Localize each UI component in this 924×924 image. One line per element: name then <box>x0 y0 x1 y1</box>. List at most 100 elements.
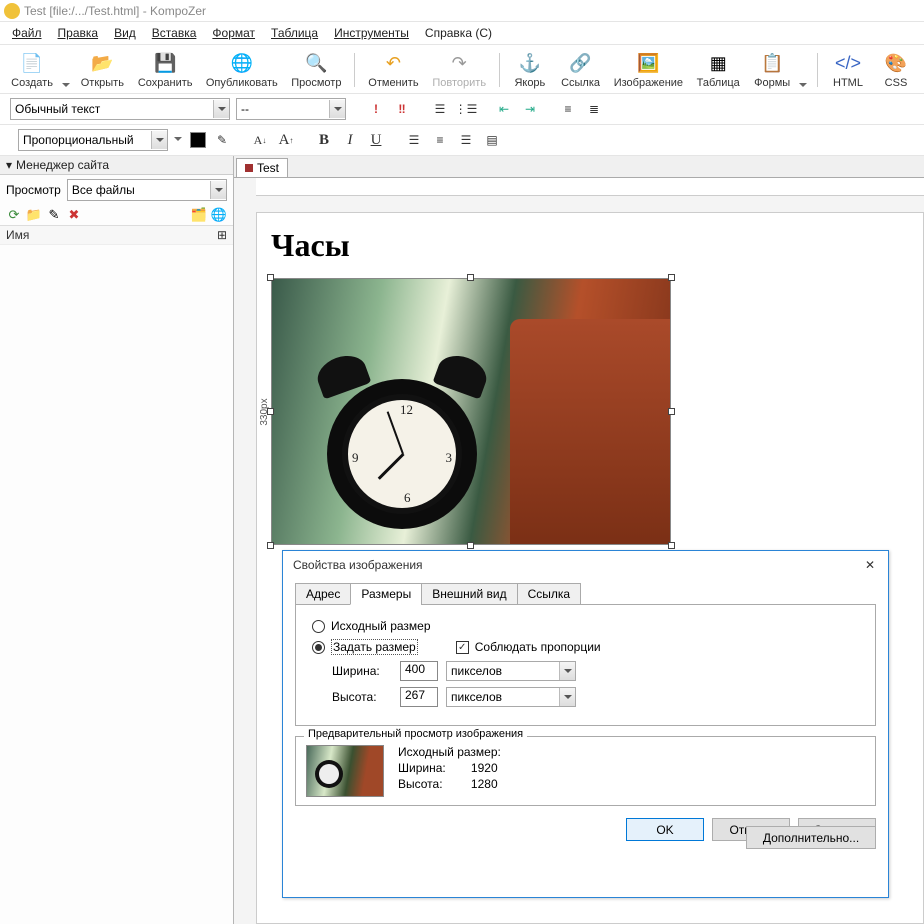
preview-width-label: Ширина: <box>398 761 449 775</box>
tab-content-size: Исходный размер Задать размер ✓ Соблюдат… <box>295 605 876 726</box>
dl-icon[interactable]: ≡ <box>558 99 578 119</box>
tab-link[interactable]: Ссылка <box>517 583 581 605</box>
resize-handle-n[interactable] <box>467 274 474 281</box>
table-button[interactable]: ▦Таблица <box>692 49 745 91</box>
preview-height-label: Высота: <box>398 777 449 791</box>
twisty-down-icon[interactable]: ▾ <box>6 158 12 172</box>
css-button[interactable]: 🎨CSS <box>874 49 918 91</box>
toolbar-separator <box>354 53 355 87</box>
resize-handle-se[interactable] <box>668 542 675 549</box>
tab-appearance[interactable]: Внешний вид <box>421 583 517 605</box>
align-right-icon[interactable]: ☰ <box>456 130 476 150</box>
menu-format[interactable]: Формат <box>206 24 261 42</box>
chevron-down-icon <box>210 181 226 199</box>
height-unit-combo[interactable]: пикселов <box>446 687 576 707</box>
preview-thumbnail <box>306 745 384 797</box>
chevron-down-icon <box>559 662 575 680</box>
redo-button[interactable]: ↷Повторить <box>427 49 490 91</box>
paragraph-style-combo[interactable]: Обычный текст <box>10 98 230 120</box>
selected-image[interactable]: 330px 12 3 6 9 <box>271 278 671 545</box>
close-button[interactable]: ✕ <box>856 555 884 575</box>
link-button[interactable]: 🔗Ссылка <box>556 49 605 91</box>
menu-view[interactable]: Вид <box>108 24 142 42</box>
refresh-icon[interactable]: ⟳ <box>6 207 22 223</box>
tab-size[interactable]: Размеры <box>350 583 422 605</box>
tab-address[interactable]: Адрес <box>295 583 351 605</box>
horizontal-ruler[interactable] <box>256 178 924 196</box>
file-tree-header: Имя ⊞ <box>0 226 233 245</box>
resize-handle-nw[interactable] <box>267 274 274 281</box>
menu-file[interactable]: Файл <box>6 24 48 42</box>
radio-original-label: Исходный размер <box>331 619 431 633</box>
document-tab[interactable]: Test <box>236 158 288 177</box>
width-unit-combo[interactable]: пикселов <box>446 661 576 681</box>
align-left-icon[interactable]: ☰ <box>404 130 424 150</box>
folder-icon[interactable]: 📁 <box>26 207 42 223</box>
name-column-label: Имя <box>6 228 29 242</box>
increase-font-icon[interactable]: A↑ <box>276 130 296 150</box>
file-tree[interactable] <box>0 245 233 924</box>
image-button[interactable]: 🖼️Изображение <box>609 49 687 91</box>
create-dropdown-icon[interactable] <box>62 81 72 91</box>
radio-custom-size[interactable] <box>312 641 325 654</box>
strong-icon[interactable]: ‼ <box>392 99 412 119</box>
anchor-button[interactable]: ⚓Якорь <box>508 49 552 91</box>
menu-insert[interactable]: Вставка <box>146 24 203 42</box>
forms-button[interactable]: 📋Формы <box>749 49 796 91</box>
font-dropdown-icon[interactable] <box>174 135 184 145</box>
keep-ratio-checkbox[interactable]: ✓ <box>456 641 469 654</box>
align-justify-icon[interactable]: ▤ <box>482 130 502 150</box>
resize-handle-e[interactable] <box>668 408 675 415</box>
globe-icon[interactable]: 🌐 <box>211 207 227 223</box>
advanced-button[interactable]: Дополнительно... <box>746 826 876 849</box>
ok-button[interactable]: OK <box>626 818 704 841</box>
column-picker-icon[interactable]: ⊞ <box>217 228 227 242</box>
menu-help[interactable]: Справка (С) <box>419 24 498 42</box>
html-source-button[interactable]: </>HTML <box>826 49 870 91</box>
resize-handle-w[interactable] <box>267 408 274 415</box>
italic-icon[interactable]: I <box>340 130 360 150</box>
delete-icon[interactable]: ✖ <box>66 207 82 223</box>
menu-table[interactable]: Таблица <box>265 24 324 42</box>
underline-icon[interactable]: U <box>366 130 386 150</box>
decrease-font-icon[interactable]: A↓ <box>250 130 270 150</box>
preview-button[interactable]: 🔍Просмотр <box>286 49 346 91</box>
open-button[interactable]: 📂Открыть <box>76 49 129 91</box>
radio-original-size[interactable] <box>312 620 325 633</box>
dd-icon[interactable]: ≣ <box>584 99 604 119</box>
publish-sites-icon[interactable]: 🗂️ <box>191 207 207 223</box>
ordered-list-icon[interactable]: ☰ <box>430 99 450 119</box>
create-button[interactable]: 📄Создать <box>6 49 58 91</box>
outdent-icon[interactable]: ⇤ <box>494 99 514 119</box>
resize-handle-sw[interactable] <box>267 542 274 549</box>
redo-icon: ↷ <box>447 51 471 75</box>
resize-handle-s[interactable] <box>467 542 474 549</box>
clock-graphic: 12 3 6 9 <box>312 339 492 529</box>
preview-legend: Предварительный просмотр изображения <box>304 728 527 740</box>
menu-tools[interactable]: Инструменты <box>328 24 415 42</box>
unordered-list-icon[interactable]: ⋮☰ <box>456 99 476 119</box>
indent-icon[interactable]: ⇥ <box>520 99 540 119</box>
align-center-icon[interactable]: ≡ <box>430 130 450 150</box>
menu-edit[interactable]: Правка <box>52 24 105 42</box>
forms-dropdown-icon[interactable] <box>799 81 809 91</box>
emphasis-icon[interactable]: ! <box>366 99 386 119</box>
text-color-swatch[interactable] <box>190 132 206 148</box>
width-input[interactable]: 400 <box>400 661 438 681</box>
toolbar-separator <box>817 53 818 87</box>
dialog-title-bar[interactable]: Свойства изображения ✕ <box>283 551 888 579</box>
font-family-combo[interactable]: Пропорциональный <box>18 129 168 151</box>
tab-label: Test <box>257 161 279 175</box>
page-heading: Часы <box>271 227 909 264</box>
eyedropper-icon[interactable]: ✎ <box>212 130 232 150</box>
bold-icon[interactable]: B <box>314 130 334 150</box>
resize-handle-ne[interactable] <box>668 274 675 281</box>
undo-button[interactable]: ↶Отменить <box>363 49 423 91</box>
toolbar-format-1: Обычный текст -- ! ‼ ☰ ⋮☰ ⇤ ⇥ ≡ ≣ <box>0 94 924 125</box>
edit-icon[interactable]: ✎ <box>46 207 62 223</box>
class-combo[interactable]: -- <box>236 98 346 120</box>
save-button[interactable]: 💾Сохранить <box>133 49 197 91</box>
publish-button[interactable]: 🌐Опубликовать <box>201 49 282 91</box>
height-input[interactable]: 267 <box>400 687 438 707</box>
view-filter-combo[interactable]: Все файлы <box>67 179 227 201</box>
